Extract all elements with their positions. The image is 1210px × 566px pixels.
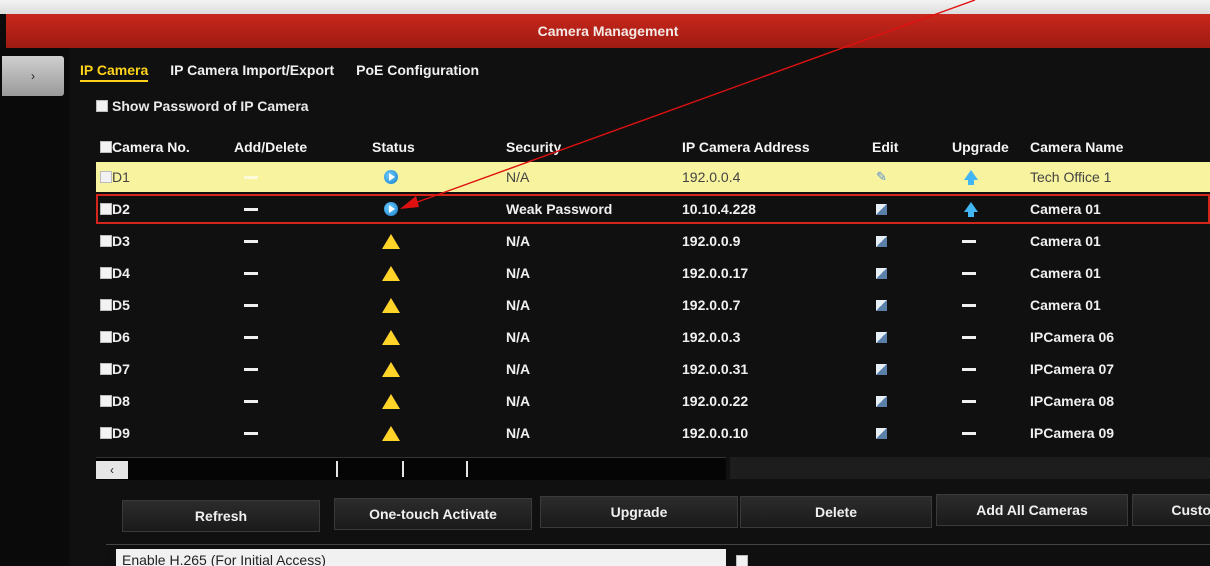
annotation-arrow-line — [411, 0, 976, 205]
annotation-arrow-head — [400, 196, 419, 209]
annotation-arrow — [400, 0, 976, 209]
nvr-screen: Camera Management › IP Camera IP Camera … — [0, 0, 1210, 566]
